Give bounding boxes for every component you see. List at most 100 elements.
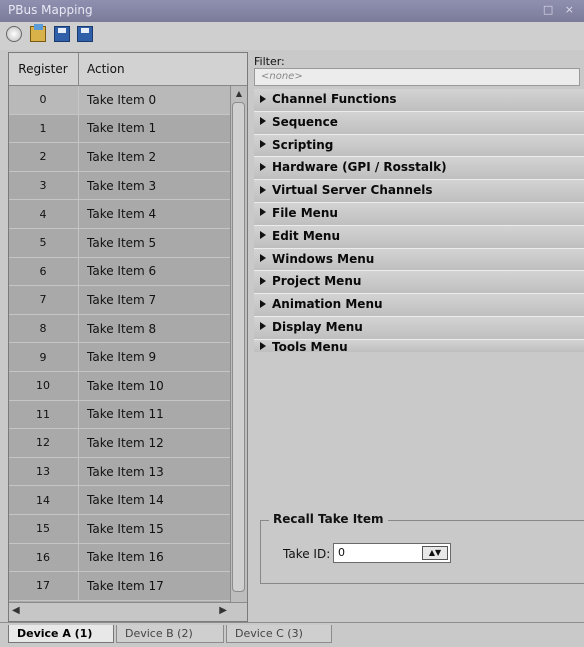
window-title-bar: PBus Mapping □ × [0, 0, 584, 22]
table-row[interactable]: 16 Take Item 16 [9, 543, 231, 573]
expand-arrow-icon[interactable] [260, 162, 266, 171]
table-row[interactable]: 9 Take Item 9 [9, 343, 231, 372]
scroll-left-icon[interactable]: ◀ [12, 605, 20, 616]
action-cell[interactable]: Take Item 3 [87, 179, 156, 193]
scroll-thumb[interactable] [232, 102, 245, 592]
category-item[interactable]: Tools Menu [254, 339, 584, 352]
action-cell[interactable]: Take Item 2 [87, 150, 156, 164]
take-id-spinner[interactable]: ▲▼ [422, 546, 448, 560]
expand-arrow-icon[interactable] [260, 117, 266, 126]
category-item[interactable]: Hardware (GPI / Rosstalk) [254, 157, 584, 181]
action-cell[interactable]: Take Item 8 [87, 322, 156, 336]
table-row[interactable]: 8 Take Item 8 [9, 314, 231, 344]
save-as-icon[interactable] [77, 26, 94, 42]
expand-arrow-icon[interactable] [260, 322, 266, 331]
take-id-field[interactable]: 0 ▲▼ [333, 543, 451, 563]
action-cell[interactable]: Take Item 17 [87, 579, 164, 593]
column-header-register[interactable]: Register [9, 62, 77, 76]
action-cell[interactable]: Take Item 0 [87, 93, 156, 107]
action-cell[interactable]: Take Item 13 [87, 465, 164, 479]
table-row[interactable]: 4 Take Item 4 [9, 200, 231, 229]
window-controls[interactable]: □ × [543, 3, 578, 16]
action-cell[interactable]: Take Item 11 [87, 407, 164, 421]
expand-arrow-icon[interactable] [260, 231, 266, 240]
table-row[interactable]: 5 Take Item 5 [9, 228, 231, 258]
table-row[interactable]: 12 Take Item 12 [9, 429, 231, 458]
register-cell: 9 [39, 350, 47, 364]
action-cell[interactable]: Take Item 10 [87, 379, 164, 393]
horizontal-scrollbar[interactable]: ◀ ▶ [9, 602, 247, 621]
register-cell: 16 [36, 550, 50, 564]
action-cell[interactable]: Take Item 14 [87, 493, 164, 507]
category-item[interactable]: File Menu [254, 202, 584, 226]
action-cell[interactable]: Take Item 9 [87, 350, 156, 364]
action-cell[interactable]: Take Item 4 [87, 207, 156, 221]
action-cell[interactable]: Take Item 16 [87, 550, 164, 564]
cell-divider [78, 457, 79, 486]
category-item[interactable]: Virtual Server Channels [254, 180, 584, 203]
tab-device-c[interactable]: Device C (3) [226, 625, 332, 643]
expand-arrow-icon[interactable] [260, 299, 266, 308]
expand-arrow-icon[interactable] [260, 208, 266, 217]
column-header-action[interactable]: Action [87, 62, 125, 76]
action-cell[interactable]: Take Item 6 [87, 264, 156, 278]
expand-arrow-icon[interactable] [260, 140, 266, 149]
category-label: Project Menu [272, 274, 362, 289]
save-icon[interactable] [53, 26, 70, 42]
table-row[interactable]: 7 Take Item 7 [9, 286, 231, 315]
category-item[interactable]: Animation Menu [254, 294, 584, 317]
category-label: Hardware (GPI / Rosstalk) [272, 160, 447, 175]
table-row[interactable]: 1 Take Item 1 [9, 114, 231, 144]
open-icon[interactable] [29, 24, 46, 42]
category-item[interactable]: Windows Menu [254, 248, 584, 272]
action-cell[interactable]: Take Item 12 [87, 436, 164, 450]
category-label: Virtual Server Channels [272, 183, 433, 198]
new-icon[interactable] [6, 26, 22, 42]
table-row[interactable]: 11 Take Item 11 [9, 400, 231, 430]
category-label: Scripting [272, 137, 334, 152]
register-cell: 2 [39, 150, 47, 164]
action-cell[interactable]: Take Item 1 [87, 121, 156, 135]
recall-group-title: Recall Take Item [269, 512, 388, 526]
category-label: File Menu [272, 205, 338, 220]
expand-arrow-icon[interactable] [260, 276, 266, 285]
category-label: Tools Menu [272, 339, 348, 352]
table-row[interactable]: 2 Take Item 2 [9, 143, 231, 172]
expand-arrow-icon[interactable] [260, 94, 266, 103]
column-divider[interactable] [78, 53, 79, 85]
expand-arrow-icon[interactable] [260, 342, 266, 351]
table-row[interactable]: 0 Take Item 0 [9, 86, 231, 115]
scroll-up-icon[interactable]: ▲ [233, 88, 245, 100]
table-row[interactable]: 14 Take Item 14 [9, 486, 231, 515]
action-cell[interactable]: Take Item 15 [87, 522, 164, 536]
filter-label: Filter: [254, 55, 285, 68]
tab-device-a[interactable]: Device A (1) [8, 625, 114, 643]
vertical-scrollbar[interactable]: ▲ [230, 86, 247, 602]
cell-divider [78, 286, 79, 314]
category-item[interactable]: Scripting [254, 134, 584, 158]
table-row[interactable]: 3 Take Item 3 [9, 171, 231, 201]
category-item[interactable]: Project Menu [254, 271, 584, 295]
category-item[interactable]: Display Menu [254, 316, 584, 340]
register-cell: 13 [36, 465, 50, 479]
table-row[interactable]: 13 Take Item 13 [9, 457, 231, 487]
recall-take-item-group: Recall Take Item Take ID: 0 ▲▼ [260, 512, 584, 584]
table-row[interactable]: 6 Take Item 6 [9, 257, 231, 287]
category-item[interactable]: Channel Functions [254, 89, 584, 112]
table-row[interactable]: 15 Take Item 15 [9, 514, 231, 544]
expand-arrow-icon[interactable] [260, 185, 266, 194]
cell-divider [78, 143, 79, 171]
filter-input[interactable]: <none> [254, 68, 580, 86]
table-body: 0 Take Item 0 1 Take Item 1 2 Take Item 2 3 Tak… [9, 86, 231, 602]
cell-divider [78, 86, 79, 114]
action-cell[interactable]: Take Item 7 [87, 293, 156, 307]
action-cell[interactable]: Take Item 5 [87, 236, 156, 250]
table-row[interactable]: 10 Take Item 10 [9, 371, 231, 401]
tab-device-b[interactable]: Device B (2) [116, 625, 224, 643]
expand-arrow-icon[interactable] [260, 254, 266, 263]
table-row[interactable]: 17 Take Item 17 [9, 572, 231, 601]
category-item[interactable]: Sequence [254, 111, 584, 135]
action-picker-panel: Filter: <none> Channel Functions Sequence… [254, 52, 584, 622]
category-item[interactable]: Edit Menu [254, 225, 584, 249]
scroll-right-icon[interactable]: ▶ [219, 605, 227, 616]
